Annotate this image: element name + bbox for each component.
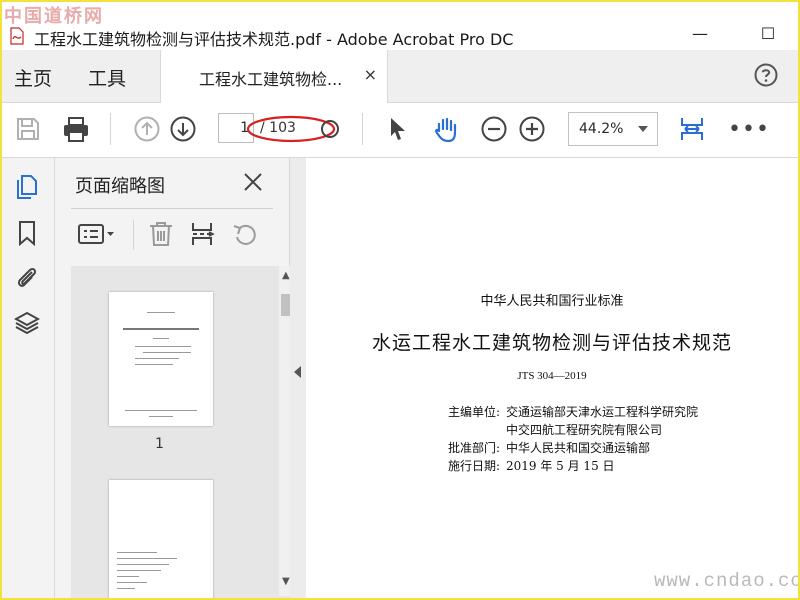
help-icon[interactable] (754, 63, 778, 87)
next-page-icon[interactable] (169, 115, 197, 143)
zoom-partial-icon[interactable] (318, 115, 346, 143)
chevron-down-icon (638, 126, 648, 132)
close-icon[interactable] (241, 170, 265, 194)
minimize-button[interactable]: — (680, 20, 720, 48)
tab-home[interactable]: 主页 (14, 64, 52, 91)
page-thumbnail-2[interactable] (109, 480, 213, 598)
left-navigation-rail (2, 158, 55, 598)
previous-page-icon[interactable] (133, 115, 161, 143)
panel-divider (71, 208, 273, 209)
hand-tool-icon[interactable] (432, 115, 460, 143)
toolbar-separator (110, 113, 111, 145)
standard-code: JTS 304—2019 (517, 370, 587, 382)
delete-icon[interactable] (147, 220, 175, 248)
thumbnail-list[interactable]: 1 ▲ ▼ (71, 266, 295, 598)
doc-line-approval: 批准部门: 中华人民共和国交通运输部 (448, 439, 650, 456)
chevron-up-icon[interactable]: ▲ (282, 270, 290, 281)
pdf-file-icon (10, 27, 24, 45)
toolbar-separator (362, 113, 363, 145)
print-icon[interactable] (62, 115, 90, 143)
zoom-out-icon[interactable] (480, 115, 508, 143)
toolbar: 1 / 103 44.2% ••• (2, 103, 798, 158)
select-cursor-icon[interactable] (384, 115, 412, 143)
rotate-icon[interactable] (231, 220, 259, 248)
document-tab[interactable]: 工程水工建筑物检... × (160, 50, 388, 103)
bookmark-icon[interactable] (14, 220, 40, 246)
tab-tools[interactable]: 工具 (88, 64, 126, 91)
title-bar: 中国道桥网 工程水工建筑物检测与评估技术规范.pdf - Adobe Acrob… (2, 2, 798, 50)
doc-line-co-editor: 中交四航工程研究院有限公司 (448, 421, 662, 438)
close-tab-icon[interactable]: × (364, 65, 377, 84)
doc-line-value: 中交四航工程研究院有限公司 (506, 423, 663, 437)
panel-collapse-handle[interactable] (290, 158, 306, 598)
thumbnail-panel: 页面缩略图 1 ▲ ▼ (55, 158, 295, 598)
fit-width-icon[interactable] (678, 115, 706, 143)
doc-line-value: 交通运输部天津水运工程科学研究院 (506, 405, 699, 419)
zoom-value: 44.2% (579, 121, 624, 137)
tab-bar: 主页 工具 工程水工建筑物检... × (2, 50, 798, 103)
chevron-left-icon (294, 366, 301, 378)
doc-line-effective-date: 施行日期: 2019 年 5 月 15 日 (448, 457, 615, 474)
doc-line-value: 中华人民共和国交通运输部 (506, 441, 651, 455)
chevron-down-icon[interactable]: ▼ (282, 576, 290, 587)
window-title: 工程水工建筑物检测与评估技术规范.pdf - Adobe Acrobat Pro… (34, 30, 514, 49)
layers-icon[interactable] (14, 310, 40, 336)
thumbnail-options-icon[interactable] (77, 220, 117, 248)
maximize-button[interactable]: ☐ (748, 20, 788, 48)
panel-separator (133, 220, 134, 250)
doc-line-chief-editor: 主编单位: 交通运输部天津水运工程科学研究院 (448, 403, 698, 420)
more-options-icon[interactable]: ••• (728, 117, 770, 142)
panel-title: 页面缩略图 (75, 176, 165, 197)
doc-line-value: 2019 年 5 月 15 日 (506, 459, 615, 473)
doc-line-label: 批准部门: (448, 441, 501, 455)
insert-pages-icon[interactable] (189, 220, 217, 248)
attachment-icon[interactable] (14, 264, 40, 290)
save-icon[interactable] (14, 115, 42, 143)
document-view[interactable]: 中华人民共和国行业标准 水运工程水工建筑物检测与评估技术规范 JTS 304—2… (306, 158, 798, 598)
page-thumbnails-icon[interactable] (14, 174, 40, 200)
doc-line-label: 主编单位: (448, 405, 501, 419)
screenshot-frame: 中国道桥网 工程水工建筑物检测与评估技术规范.pdf - Adobe Acrob… (0, 0, 800, 600)
document-main-title: 水运工程水工建筑物检测与评估技术规范 (371, 332, 732, 354)
page-thumbnail-1[interactable] (109, 292, 213, 426)
document-tab-label: 工程水工建筑物检... (199, 70, 343, 89)
standard-category: 中华人民共和国行业标准 (480, 294, 624, 309)
watermark-bottom: www.cndao.com (654, 570, 800, 592)
zoom-in-icon[interactable] (518, 115, 546, 143)
zoom-dropdown[interactable]: 44.2% (568, 112, 658, 146)
doc-line-label: 施行日期: (448, 459, 501, 473)
thumbnail-page-number: 1 (155, 436, 164, 452)
watermark-top: 中国道桥网 (4, 6, 104, 27)
